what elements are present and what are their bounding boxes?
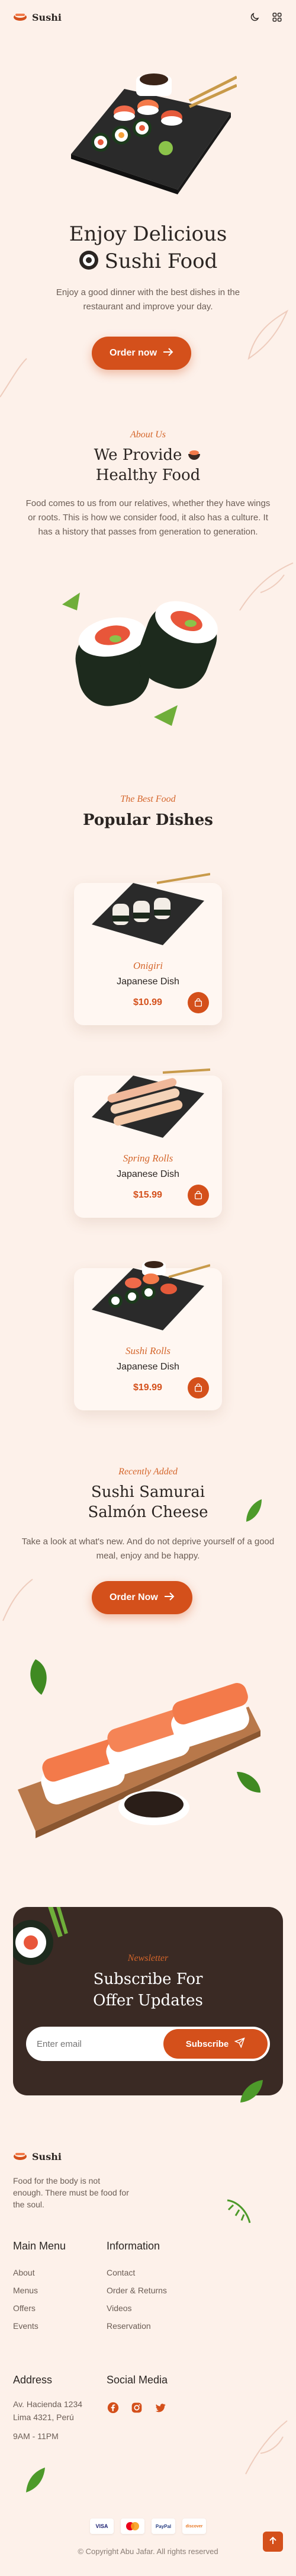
payment-methods: VISA PayPal discover [0,2519,296,2534]
about-description: Food comes to us from our relatives, whe… [25,498,271,537]
recent-description: Take a look at what's new. And do not de… [21,1537,275,1561]
hero-title-line2: Sushi Food [104,249,218,273]
about-title-line2: Healthy Food [95,466,201,484]
moon-icon[interactable] [249,11,260,23]
popular-kicker: The Best Food [120,794,176,804]
sushi-badge-icon [79,250,99,273]
green-leaf-icon [244,1498,264,1527]
dish-subtitle: Japanese Dish [117,1362,179,1372]
logo[interactable]: Sushi [13,11,62,24]
green-leaf-icon [238,2078,265,2108]
dish-name: Sushi Rolls [125,1345,171,1356]
footer-link-contact[interactable]: Contact [107,2264,167,2281]
main-menu-title: Main Menu [13,2240,66,2252]
email-input[interactable] [26,2039,162,2049]
grid-menu-icon[interactable] [271,11,283,23]
shopping-bag-icon[interactable] [188,1377,209,1399]
newsletter-section: Newsletter Subscribe For Offer Updates S… [13,1907,283,2095]
site-header: Sushi [0,0,296,34]
mastercard-icon [121,2519,144,2534]
onigiri-image [86,871,211,948]
dish-subtitle: Japanese Dish [117,1169,179,1179]
discover-icon: discover [182,2519,206,2534]
sushi-logo-icon [13,2150,27,2164]
about-kicker: About Us [130,430,166,440]
leaf-decoration-icon [0,1576,36,1627]
sushi-logo-icon [13,11,27,24]
hero-description: Enjoy a good dinner with the best dishes… [56,287,240,312]
address-line2: Lima 4321, Perú [13,2412,74,2422]
leaf-decoration-icon [237,560,296,616]
dish-subtitle: Japanese Dish [117,977,179,987]
visa-icon: VISA [90,2519,114,2534]
newsletter-title-line1: Subscribe For [93,1970,203,1988]
footer-link-about[interactable]: About [13,2264,38,2281]
salmon-sushi-image [12,1653,284,1849]
dish-price: $15.99 [133,1190,162,1200]
sushi-rolls-dish-image [86,1256,211,1333]
scroll-up-button[interactable] [263,2532,283,2552]
about-title-line1: We Provide [94,446,182,464]
popular-title: Popular Dishes [83,811,213,829]
paypal-icon: PayPal [152,2519,175,2534]
logo-text: Sushi [32,11,62,23]
green-leaf-icon [24,2465,47,2498]
recent-kicker: Recently Added [118,1467,178,1477]
social-media-title: Social Media [107,2374,168,2386]
footer-link-reservation[interactable]: Reservation [107,2317,167,2335]
dish-card[interactable]: Sushi Rolls Japanese Dish $19.99 [74,1261,222,1410]
address-line1: Av. Hacienda 1234 [13,2399,83,2409]
footer-tagline: Food for the body is not enough. There m… [13,2176,129,2209]
dish-price: $10.99 [133,997,162,1007]
footer-link-offers[interactable]: Offers [13,2299,38,2317]
newsletter-form: Subscribe [26,2027,270,2061]
dish-name: Spring Rolls [123,1153,173,1164]
leaf-decoration-icon [0,356,30,406]
facebook-icon[interactable] [107,2401,120,2414]
copyright: © Copyright Abu Jafar. All rights reserv… [78,2547,218,2556]
arrow-right-icon [164,1592,175,1604]
footer-logo-text: Sushi [32,2151,62,2162]
information-title: Information [107,2240,160,2252]
newsletter-title-line2: Offer Updates [93,1992,203,2009]
footer-link-videos[interactable]: Videos [107,2299,167,2317]
address-title: Address [13,2374,53,2386]
hero-sushi-image [59,65,238,196]
spring-rolls-image [86,1064,211,1141]
footer-link-events[interactable]: Events [13,2317,38,2335]
dish-name: Onigiri [133,960,163,971]
recent-order-button[interactable]: Order Now [92,1581,192,1614]
footer-link-order-returns[interactable]: Order & Returns [107,2281,167,2299]
hero-order-button[interactable]: Order now [92,337,192,370]
sushi-bowl-icon [186,446,202,465]
shopping-bag-icon[interactable] [188,992,209,1013]
instagram-icon[interactable] [130,2401,143,2414]
dish-card[interactable]: Spring Rolls Japanese Dish $15.99 [74,1068,222,1218]
arrow-right-icon [163,347,173,359]
dish-price: $19.99 [133,1383,162,1393]
leaf-decoration-icon [243,308,290,364]
shopping-bag-icon[interactable] [188,1185,209,1206]
footer-logo[interactable]: Sushi [13,2150,62,2164]
green-leaf-icon [225,2196,252,2228]
opening-hours: 9AM - 11PM [13,2431,59,2441]
hero-title-line1: Enjoy Delicious [69,222,227,246]
subscribe-button[interactable]: Subscribe [163,2029,268,2059]
leaf-decoration-icon [243,2418,290,2480]
dish-card[interactable]: Onigiri Japanese Dish $10.99 [74,873,222,1025]
sushi-rolls-image [59,587,237,741]
arrow-up-icon [269,2536,277,2548]
twitter-icon[interactable] [154,2401,167,2414]
footer-link-menus[interactable]: Menus [13,2281,38,2299]
newsletter-kicker: Newsletter [127,1953,169,1963]
send-icon [234,2037,245,2050]
